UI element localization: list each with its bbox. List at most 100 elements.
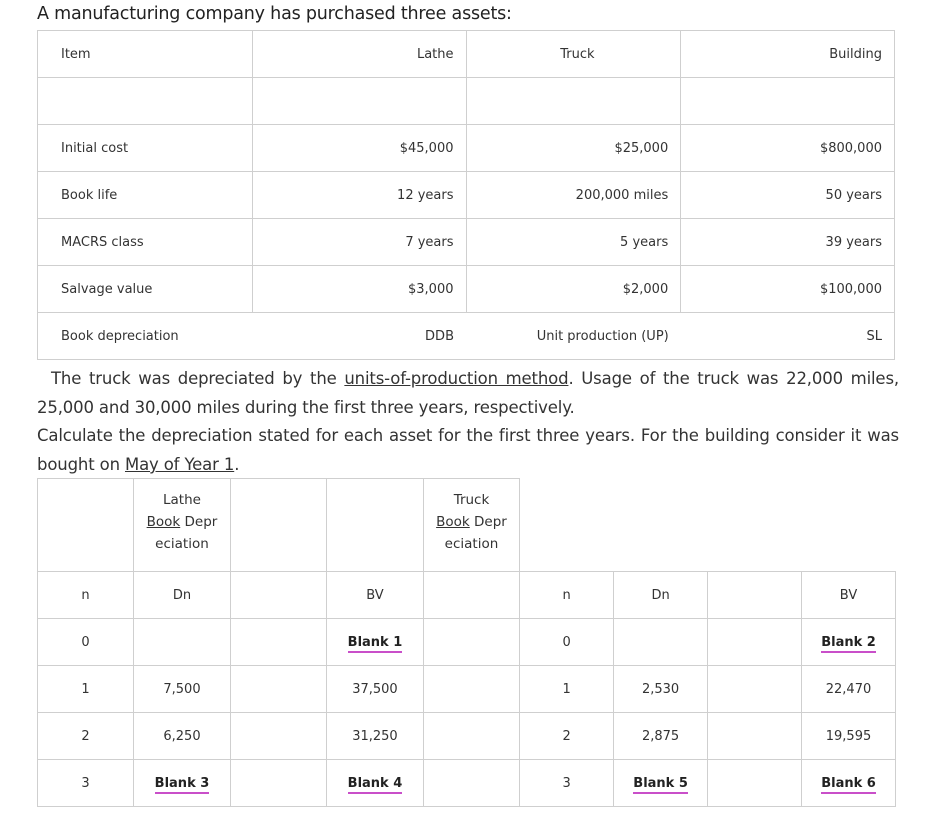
header-item: Item <box>37 30 253 78</box>
empty-cell <box>707 618 803 666</box>
blank-4-field[interactable]: Blank 4 <box>347 775 403 794</box>
col-dn: Dn <box>132 571 231 619</box>
n-value: 1 <box>518 665 615 713</box>
col-bv: BV <box>325 571 424 619</box>
may-year-1-link[interactable]: May of Year 1 <box>125 455 234 474</box>
header-line: Lathe <box>163 492 201 508</box>
col-dn: Dn <box>613 571 709 619</box>
row-label: Salvage value <box>37 265 253 313</box>
n-value: 2 <box>518 712 615 760</box>
paragraph-text: . <box>234 455 240 474</box>
row-label: Book depreciation <box>37 312 253 360</box>
units-of-production-link[interactable]: units-of-production method <box>344 369 568 388</box>
empty-cell <box>251 77 467 125</box>
table-row: 3 Blank 3 Blank 4 3 Blank 5 Blank 6 <box>37 759 896 807</box>
lathe-bv: 37,500 <box>325 665 424 713</box>
lathe-value: DDB <box>252 312 466 360</box>
empty-cell <box>680 77 895 125</box>
empty-cell <box>422 571 521 619</box>
empty-cell <box>422 665 521 713</box>
truck-value: 200,000 miles <box>465 171 682 219</box>
blank-3-field[interactable]: Blank 3 <box>154 775 210 794</box>
empty-cell <box>37 77 253 125</box>
n-value: 3 <box>37 759 134 807</box>
table-row: MACRS class 7 years 5 years 39 years <box>37 218 895 266</box>
n-value: 1 <box>37 665 134 713</box>
lathe-header-cell: Lathe Book Depr eciation Truck Book Depr eci… <box>37 478 520 572</box>
blank-6-field[interactable]: Blank 6 <box>821 775 876 794</box>
truck-usage-paragraph: The truck was depreciated by the units-o… <box>37 364 899 422</box>
header-book: Book <box>436 514 470 530</box>
empty-cell <box>465 77 682 125</box>
lathe-bv: 31,250 <box>325 712 424 760</box>
blank-3-cell[interactable]: Blank 3 <box>132 759 231 807</box>
truck-dn <box>613 618 709 666</box>
assets-header-row: Item Lathe Truck Building <box>37 30 895 78</box>
lathe-value: $3,000 <box>251 265 467 313</box>
building-value: SL <box>680 312 895 360</box>
truck-value: Unit production (UP) <box>466 312 681 360</box>
empty-cell <box>229 665 327 713</box>
col-bv: BV <box>801 571 896 619</box>
depreciation-header-row: Lathe Book Depr eciation Truck Book Depr eci… <box>37 478 896 572</box>
header-empty <box>520 479 896 572</box>
table-row: 0 Blank 1 0 Blank 2 <box>37 618 896 666</box>
depreciation-table: Lathe Book Depr eciation Truck Book Depr eci… <box>37 478 896 807</box>
building-value: $800,000 <box>680 124 895 172</box>
blank-2-cell[interactable]: Blank 2 <box>801 618 896 666</box>
column-header-row: n Dn BV n Dn BV <box>37 571 896 619</box>
truck-bv: 19,595 <box>801 712 896 760</box>
blank-2-field[interactable]: Blank 2 <box>821 634 876 653</box>
header-lathe: Lathe <box>251 30 467 78</box>
lathe-value: $45,000 <box>251 124 467 172</box>
empty-cell <box>229 571 327 619</box>
empty-cell <box>707 665 803 713</box>
truck-dn: 2,875 <box>613 712 709 760</box>
header-truck: Truck <box>465 30 682 78</box>
assets-empty-row <box>37 77 895 125</box>
blank-6-cell[interactable]: Blank 6 <box>801 759 896 807</box>
row-label: Initial cost <box>37 124 253 172</box>
building-value: 50 years <box>680 171 895 219</box>
n-value: 0 <box>518 618 615 666</box>
blank-5-field[interactable]: Blank 5 <box>633 775 688 794</box>
row-label: MACRS class <box>37 218 253 266</box>
header-line: Truck <box>453 492 490 508</box>
n-value: 3 <box>518 759 615 807</box>
table-row: Book depreciation DDB Unit production (U… <box>37 312 895 360</box>
empty-cell <box>707 571 803 619</box>
blank-4-cell[interactable]: Blank 4 <box>325 759 424 807</box>
lathe-dn: 7,500 <box>132 665 231 713</box>
table-row: 1 7,500 37,500 1 2,530 22,470 <box>37 665 896 713</box>
table-row: 2 6,250 31,250 2 2,875 19,595 <box>37 712 896 760</box>
table-row: Book life 12 years 200,000 miles 50 year… <box>37 171 895 219</box>
truck-value: $2,000 <box>465 265 682 313</box>
empty-cell <box>707 712 803 760</box>
header-line: eciation <box>155 536 209 552</box>
table-row: Salvage value $3,000 $2,000 $100,000 <box>37 265 895 313</box>
instruction-paragraph: Calculate the depreciation stated for ea… <box>37 421 899 479</box>
building-value: 39 years <box>680 218 895 266</box>
blank-1-cell[interactable]: Blank 1 <box>325 618 424 666</box>
empty-cell <box>422 712 521 760</box>
blank-1-field[interactable]: Blank 1 <box>347 634 403 653</box>
empty-cell <box>229 712 327 760</box>
empty-cell <box>229 759 327 807</box>
header-line: eciation <box>444 536 499 552</box>
blank-5-cell[interactable]: Blank 5 <box>613 759 709 807</box>
col-n: n <box>37 571 134 619</box>
assets-table: Item Lathe Truck Building Initial cost $… <box>37 30 895 360</box>
row-label: Book life <box>37 171 253 219</box>
intro-text: A manufacturing company has purchased th… <box>37 4 512 24</box>
truck-dn: 2,530 <box>613 665 709 713</box>
truck-value: 5 years <box>465 218 682 266</box>
empty-cell <box>422 618 521 666</box>
header-book: Book <box>146 514 181 530</box>
table-row: Initial cost $45,000 $25,000 $800,000 <box>37 124 895 172</box>
truck-bv: 22,470 <box>801 665 896 713</box>
paragraph-text: The truck was depreciated by the <box>51 369 345 388</box>
empty-cell <box>707 759 803 807</box>
n-value: 2 <box>37 712 134 760</box>
lathe-depreciation-header: Lathe Book Depr eciation <box>147 489 218 555</box>
truck-value: $25,000 <box>465 124 682 172</box>
